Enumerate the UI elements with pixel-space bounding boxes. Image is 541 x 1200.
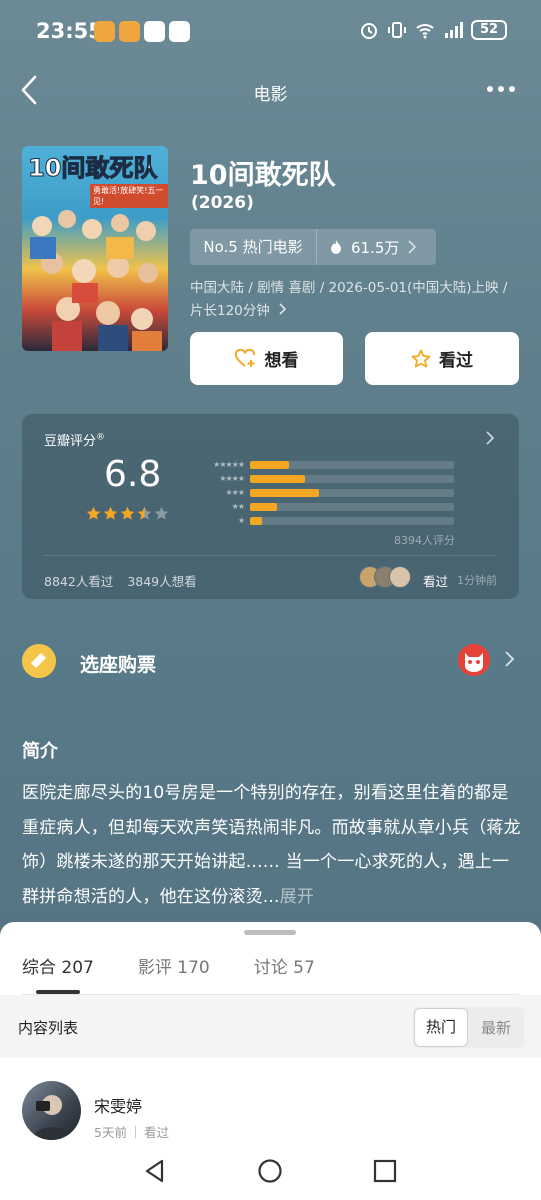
post-meta: 5天前 看过	[94, 1122, 169, 1141]
star-icon	[120, 506, 135, 520]
mobile-app-icon	[144, 21, 165, 42]
friend-avatars[interactable]	[359, 566, 411, 588]
status-bar: 23:55 52	[0, 0, 541, 64]
watched-button[interactable]: 看过	[365, 332, 519, 385]
maoyan-cat-icon	[458, 644, 490, 676]
system-nav-bar	[0, 1142, 541, 1200]
status-time: 23:55	[36, 19, 103, 43]
app-notification-icon	[94, 21, 115, 42]
movie-title: 10间敢死队	[190, 160, 336, 191]
chevron-right-icon	[486, 431, 495, 445]
watch-stats: 8842人看过 3849人想看	[44, 571, 197, 590]
bar-track	[250, 461, 454, 469]
nav-back-icon[interactable]	[142, 1158, 168, 1184]
chevron-right-icon	[279, 303, 287, 315]
star-icon	[86, 506, 101, 520]
tab-reviews[interactable]: 影评 170	[138, 953, 210, 978]
rating-score: 6.8	[104, 454, 162, 495]
post-action: 看过	[143, 1125, 169, 1140]
registered-mark: ®	[96, 432, 106, 443]
intro-text: 医院走廊尽头的10号房是一个特别的存在，别看这里住着的都是重症病人，但却每天欢声…	[22, 776, 522, 914]
alarm-icon	[361, 23, 377, 39]
intro-body: 医院走廊尽头的10号房是一个特别的存在，别看这里住着的都是重症病人，但却每天欢声…	[22, 783, 521, 907]
star-outline-icon	[411, 349, 431, 367]
want-count: 3849人想看	[127, 574, 197, 589]
ticket-icon	[22, 644, 56, 678]
intro-heading: 简介	[22, 741, 58, 762]
wifi-icon	[416, 24, 434, 39]
bar-star-label: ★★	[231, 502, 245, 511]
bar-track	[250, 517, 454, 525]
bar-fill	[250, 489, 319, 497]
bar-fill	[250, 503, 277, 511]
movie-poster[interactable]: 10间敢死队 勇敢活!放肆笑!五一见!	[22, 146, 168, 351]
hand-icon	[169, 21, 190, 42]
bar-star-label: ★★★★	[219, 474, 245, 483]
expand-link[interactable]: 展开	[280, 887, 314, 907]
rating-stars	[86, 506, 169, 521]
poster-artwork	[30, 210, 162, 351]
post-time: 5天前	[94, 1125, 127, 1140]
divider	[44, 555, 497, 556]
rank-label: No.5 热门电影	[190, 229, 317, 265]
movie-meta[interactable]: 中国大陆 / 剧情 喜剧 / 2026-05-01(中国大陆)上映 / 片长12…	[190, 277, 520, 323]
signal-icon	[445, 22, 463, 38]
list-label: 内容列表	[18, 1019, 79, 1037]
avatar	[389, 566, 411, 588]
seen-count: 8842人看过	[44, 574, 114, 589]
user-photo	[32, 1095, 72, 1140]
nav-recents-icon[interactable]	[372, 1158, 398, 1184]
bar-fill	[250, 517, 262, 525]
bar-fill	[250, 475, 305, 483]
drag-handle[interactable]	[244, 930, 296, 935]
bar-track	[250, 503, 454, 511]
star-icon	[137, 506, 152, 520]
page-title: 电影	[253, 85, 288, 105]
bar-track	[250, 489, 454, 497]
tab-overview[interactable]: 综合 207	[22, 953, 94, 978]
poster-title: 10间敢死队	[27, 154, 158, 183]
star-icon	[154, 506, 169, 520]
app-notification-icon	[119, 21, 140, 42]
seen-label: 看过	[439, 351, 473, 371]
friend-action: 看过	[423, 574, 449, 589]
more-options-icon[interactable]	[487, 86, 515, 92]
divider	[134, 1125, 136, 1138]
bar-fill	[250, 461, 289, 469]
bar-star-label: ★★★	[225, 488, 245, 497]
sort-hot-button[interactable]: 热门	[414, 1008, 468, 1047]
chevron-right-icon	[505, 651, 515, 667]
user-name[interactable]: 宋雯婷	[94, 1093, 142, 1117]
tab-discussions[interactable]: 讨论 57	[254, 953, 315, 978]
content-tabs: 综合 207 影评 170 讨论 57	[22, 953, 315, 978]
movie-meta-text: 中国大陆 / 剧情 喜剧 / 2026-05-01(中国大陆)上映 / 片长12…	[190, 280, 508, 319]
bar-track	[250, 475, 454, 483]
heart-plus-icon	[234, 348, 255, 367]
star-icon	[103, 506, 118, 520]
flame-icon	[331, 240, 341, 254]
friend-time: 1分钟前	[457, 574, 497, 587]
nav-home-icon[interactable]	[257, 1158, 283, 1184]
bar-star-label: ★★★★★	[213, 460, 245, 469]
vibrate-icon	[388, 22, 406, 38]
ranking-badge[interactable]: No.5 热门电影 61.5万	[190, 229, 436, 265]
sort-toggle: 热门 最新	[413, 1007, 524, 1048]
heat-value: 61.5万	[351, 238, 400, 257]
want-label: 想看	[264, 351, 299, 371]
rating-card[interactable]: 豆瓣评分® 6.8 ★★★★★ ★★★★ ★★★ ★★ ★ 8394人评分 8842人看…	[22, 414, 519, 599]
bar-star-label: ★	[237, 516, 245, 525]
rating-count: 8394人评分	[394, 534, 455, 547]
sort-new-button[interactable]: 最新	[468, 1017, 524, 1038]
movie-year: (2026)	[191, 193, 254, 213]
rating-label: 豆瓣评分®	[44, 432, 106, 449]
avatar[interactable]	[22, 1081, 81, 1140]
want-to-watch-button[interactable]: 想看	[190, 332, 343, 385]
heat-info: 61.5万	[317, 237, 417, 258]
ticket-label: 选座购票	[80, 654, 157, 676]
chevron-right-icon	[408, 240, 417, 254]
battery-icon: 52	[471, 20, 507, 40]
